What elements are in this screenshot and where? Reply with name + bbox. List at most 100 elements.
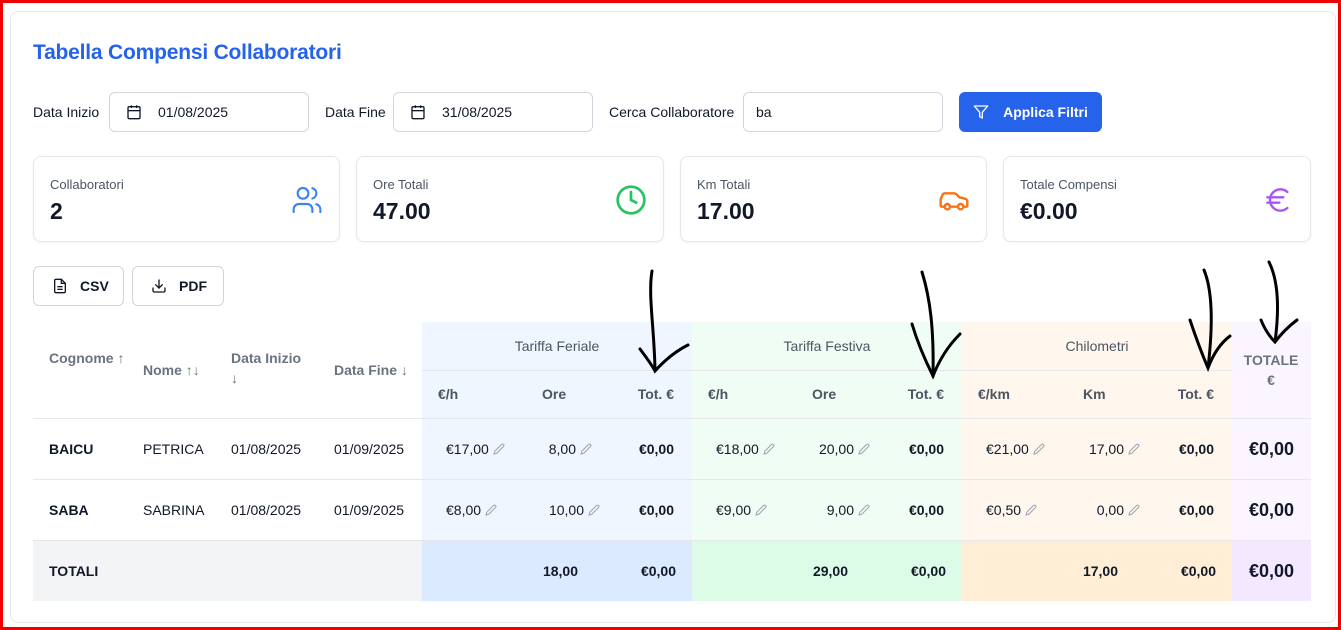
cell-data-inizio: 01/08/2025: [231, 441, 302, 457]
totals-fer-ore: 18,00: [542, 563, 578, 579]
start-date-input[interactable]: 01/08/2025: [109, 92, 309, 132]
header-data-inizio[interactable]: Data Inizio ↓: [231, 348, 311, 388]
edit-km-rate[interactable]: €21,00: [986, 439, 1045, 459]
subheader-eur-h: €/h: [708, 386, 729, 402]
stat-card-ore: Ore Totali 47.00: [356, 156, 664, 242]
users-icon: [291, 184, 323, 216]
cell-data-inizio: 01/08/2025: [231, 502, 302, 518]
subheader-tot: Tot. €: [907, 386, 944, 402]
stat-label: Totale Compensi: [1020, 177, 1117, 192]
cell-cognome: BAICU: [49, 441, 94, 457]
cell-value: €0,50: [986, 502, 1022, 518]
compensi-table: Cognome ↑ Nome ↑↓ Data Inizio ↓ Data Fin…: [33, 322, 1311, 601]
totals-fes-ore: 29,00: [812, 563, 848, 579]
cell-value: €18,00: [716, 441, 759, 457]
edit-fer-ore[interactable]: 8,00: [522, 439, 592, 459]
search-label: Cerca Collaboratore: [609, 104, 735, 120]
stat-label: Km Totali: [697, 177, 751, 192]
car-icon: [938, 184, 970, 216]
cell-data-fine: 01/09/2025: [334, 441, 405, 457]
header-tariffa-festiva: Tariffa Festiva: [783, 338, 871, 354]
search-value: ba: [756, 104, 772, 120]
header-data-fine[interactable]: Data Fine ↓: [334, 360, 408, 380]
cell-value: €8,00: [446, 502, 482, 518]
start-date-value: 01/08/2025: [158, 104, 229, 120]
end-date-input[interactable]: 31/08/2025: [393, 92, 593, 132]
cell-cognome: SABA: [49, 502, 89, 518]
subheader-tot: Tot. €: [1177, 386, 1214, 402]
filter-icon: [973, 104, 989, 120]
export-pdf-button[interactable]: PDF: [132, 266, 224, 306]
pencil-icon: [1128, 504, 1140, 516]
edit-fes-ore[interactable]: 20,00: [792, 439, 870, 459]
edit-fes-ore[interactable]: 9,00: [792, 500, 870, 520]
edit-fer-ore[interactable]: 10,00: [522, 500, 600, 520]
calendar-icon: [410, 104, 426, 120]
subheader-eur-km: €/km: [978, 386, 1010, 402]
edit-km-km[interactable]: 17,00: [1062, 439, 1140, 459]
stat-card-collaboratori: Collaboratori 2: [33, 156, 340, 242]
cell-value: 20,00: [818, 441, 854, 457]
edit-fes-rate[interactable]: €18,00: [716, 439, 775, 459]
end-date-label: Data Fine: [325, 104, 386, 120]
totals-km-tot: €0,00: [1180, 563, 1216, 579]
pencil-icon: [588, 504, 600, 516]
page-title: Tabella Compensi Collaboratori: [33, 41, 342, 64]
pencil-icon: [858, 443, 870, 455]
totals-totale: €0,00: [1248, 560, 1295, 581]
edit-km-rate[interactable]: €0,50: [986, 500, 1037, 520]
stat-value: 2: [50, 198, 63, 224]
apply-filters-label: Applica Filtri: [1003, 104, 1088, 120]
cell-fer-tot: €0,00: [638, 441, 674, 457]
cell-value: 9,00: [826, 502, 854, 518]
pencil-icon: [1025, 504, 1037, 516]
start-date-label: Data Inizio: [33, 104, 100, 120]
cell-nome: PETRICA: [143, 441, 204, 457]
cell-km-tot: €0,00: [1178, 441, 1214, 457]
pencil-icon: [755, 504, 767, 516]
cell-value: €17,00: [446, 441, 489, 457]
cell-totale: €0,00: [1248, 438, 1295, 459]
stat-value: 17.00: [697, 198, 755, 224]
edit-km-km[interactable]: 0,00: [1062, 500, 1140, 520]
cell-value: 0,00: [1096, 502, 1124, 518]
subheader-ore: Ore: [542, 386, 567, 402]
calendar-icon: [126, 104, 142, 120]
pencil-icon: [493, 443, 505, 455]
stat-label: Collaboratori: [50, 177, 124, 192]
file-text-icon: [52, 278, 68, 294]
stat-card-compensi: Totale Compensi €0.00: [1003, 156, 1311, 242]
cell-fes-tot: €0,00: [908, 502, 944, 518]
export-csv-button[interactable]: CSV: [33, 266, 124, 306]
totals-fes-tot: €0,00: [910, 563, 946, 579]
edit-fer-rate[interactable]: €17,00: [446, 439, 505, 459]
apply-filters-button[interactable]: Applica Filtri: [959, 92, 1102, 132]
stat-card-km: Km Totali 17.00: [680, 156, 987, 242]
cell-totale: €0,00: [1248, 499, 1295, 520]
subheader-ore: Ore: [812, 386, 837, 402]
header-nome[interactable]: Nome ↑↓: [143, 360, 200, 380]
clock-icon: [615, 184, 647, 216]
cell-value: 17,00: [1088, 441, 1124, 457]
stat-value: €0.00: [1020, 198, 1078, 224]
cell-fer-tot: €0,00: [638, 502, 674, 518]
header-chilometri: Chilometri: [1065, 338, 1129, 354]
search-input[interactable]: ba: [743, 92, 943, 132]
stat-value: 47.00: [373, 198, 431, 224]
cell-fes-tot: €0,00: [908, 441, 944, 457]
header-tariffa-feriale: Tariffa Feriale: [514, 338, 600, 354]
header-divider: [33, 418, 1311, 419]
subheader-eur-h: €/h: [438, 386, 459, 402]
end-date-value: 31/08/2025: [442, 104, 513, 120]
cell-value: 10,00: [548, 502, 584, 518]
edit-fer-rate[interactable]: €8,00: [446, 500, 497, 520]
pencil-icon: [580, 443, 592, 455]
cell-km-tot: €0,00: [1178, 502, 1214, 518]
header-cognome[interactable]: Cognome ↑: [49, 348, 129, 368]
edit-fes-rate[interactable]: €9,00: [716, 500, 767, 520]
subheader-km: Km: [1083, 386, 1106, 402]
totals-km-km: 17,00: [1082, 563, 1118, 579]
totals-fer-tot: €0,00: [640, 563, 676, 579]
pencil-icon: [1033, 443, 1045, 455]
pencil-icon: [485, 504, 497, 516]
